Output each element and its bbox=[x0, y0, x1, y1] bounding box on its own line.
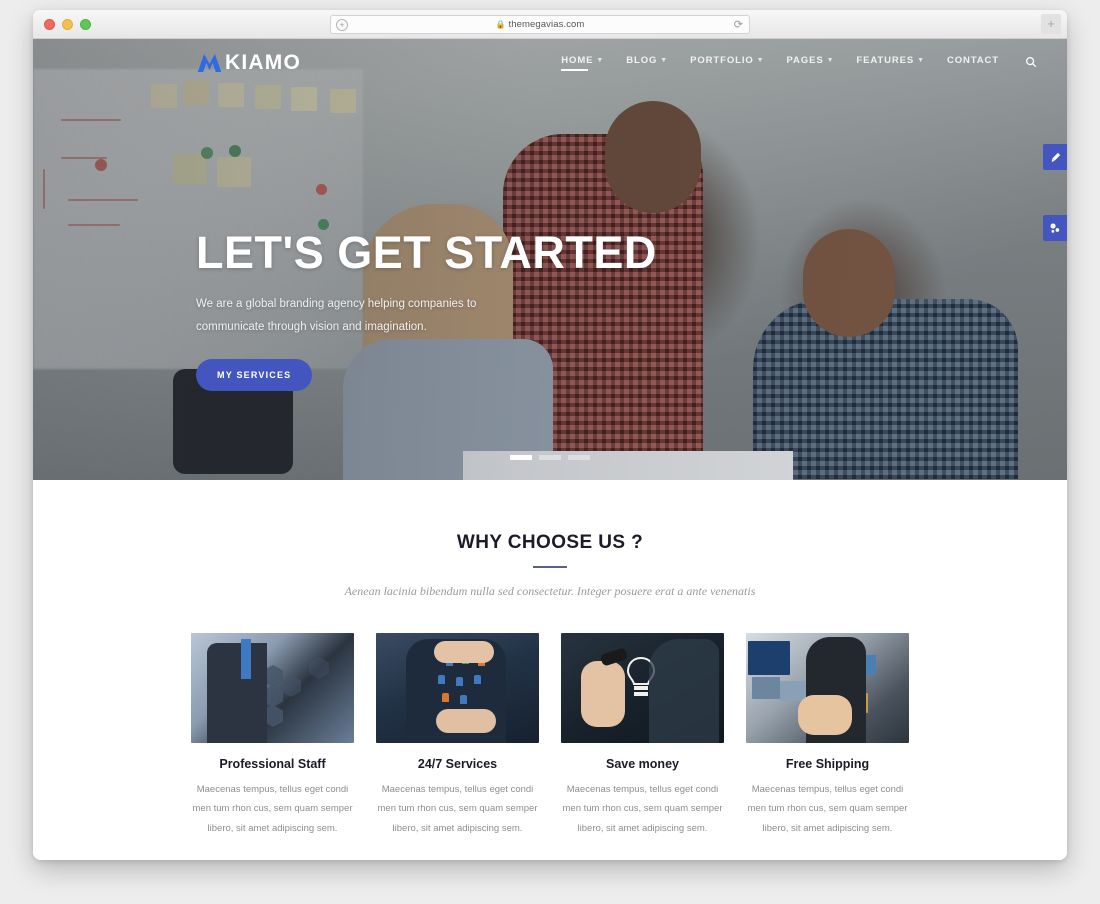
page-viewport: KIAMO HOME ▼ BLOG ▼ PORTFOLIO ▼ PAGES ▼ … bbox=[33, 39, 1067, 860]
paintbrush-icon bbox=[1051, 152, 1060, 162]
theme-customizer-button[interactable] bbox=[1043, 144, 1067, 170]
browser-window: + 🔒 themegavias.com ⟳ + KIAMO HOME ▼ BLO… bbox=[33, 10, 1067, 860]
chevron-down-icon: ▼ bbox=[660, 57, 669, 64]
card-image-services bbox=[376, 633, 539, 743]
feature-card[interactable]: Free Shipping Maecenas tempus, tellus eg… bbox=[746, 633, 909, 838]
slider-dot-2[interactable] bbox=[539, 455, 561, 460]
browser-chrome: + 🔒 themegavias.com ⟳ + bbox=[33, 10, 1067, 39]
chevron-down-icon: ▼ bbox=[756, 57, 765, 64]
feature-card[interactable]: Professional Staff Maecenas tempus, tell… bbox=[191, 633, 354, 838]
chevron-down-icon: ▼ bbox=[596, 57, 605, 64]
card-image-free-shipping bbox=[746, 633, 909, 743]
kiamo-m-logo-icon bbox=[197, 54, 222, 72]
share-gears-icon bbox=[1050, 223, 1060, 233]
slider-pagination bbox=[33, 455, 1067, 460]
share-options-button[interactable] bbox=[1043, 215, 1067, 241]
floating-side-buttons bbox=[1043, 144, 1067, 241]
lock-icon: 🔒 bbox=[495, 20, 506, 29]
why-choose-us-section: WHY CHOOSE US ? Aenean lacinia bibendum … bbox=[33, 480, 1067, 860]
section-subtitle: Aenean lacinia bibendum nulla sed consec… bbox=[344, 584, 756, 598]
search-icon[interactable] bbox=[1025, 56, 1037, 71]
chevron-down-icon: ▼ bbox=[917, 57, 925, 64]
card-title: Professional Staff bbox=[219, 757, 326, 771]
hero-content: LET'S GET STARTED We are a global brandi… bbox=[196, 227, 657, 392]
nav-label: PORTFOLIO bbox=[690, 55, 754, 66]
window-controls bbox=[33, 18, 91, 30]
slider-dot-1[interactable] bbox=[510, 455, 532, 460]
card-text: Maecenas tempus, tellus eget condi men t… bbox=[377, 784, 538, 834]
card-text: Maecenas tempus, tellus eget condi men t… bbox=[192, 784, 353, 834]
close-window-button[interactable] bbox=[44, 18, 55, 30]
site-header: KIAMO HOME ▼ BLOG ▼ PORTFOLIO ▼ PAGES ▼ … bbox=[33, 39, 1067, 87]
my-services-button[interactable]: MY SERVICES bbox=[196, 359, 313, 392]
minimize-window-button[interactable] bbox=[62, 18, 73, 30]
address-bar[interactable]: + 🔒 themegavias.com ⟳ bbox=[330, 15, 750, 34]
title-divider bbox=[533, 566, 567, 568]
hero-title: LET'S GET STARTED bbox=[196, 227, 657, 278]
feature-cards: Professional Staff Maecenas tempus, tell… bbox=[33, 633, 1067, 838]
nav-label: BLOG bbox=[626, 55, 658, 66]
card-title: Free Shipping bbox=[785, 757, 870, 771]
logo-text: KIAMO bbox=[225, 51, 301, 74]
nav-label: PAGES bbox=[786, 55, 824, 66]
nav-item-portfolio[interactable]: PORTFOLIO ▼ bbox=[690, 55, 764, 71]
feature-card[interactable]: Save money Maecenas tempus, tellus eget … bbox=[561, 633, 724, 838]
nav-label: HOME bbox=[561, 55, 594, 66]
site-logo[interactable]: KIAMO bbox=[196, 51, 301, 75]
nav-label: CONTACT bbox=[946, 55, 999, 66]
reload-icon[interactable]: ⟳ bbox=[734, 19, 743, 31]
new-tab-button[interactable]: + bbox=[1041, 14, 1061, 34]
feature-card[interactable]: 24/7 Services Maecenas tempus, tellus eg… bbox=[376, 633, 539, 838]
add-circle-icon[interactable]: + bbox=[336, 19, 348, 31]
card-title: 24/7 Services bbox=[417, 757, 498, 771]
nav-item-blog[interactable]: BLOG ▼ bbox=[626, 55, 668, 71]
section-bottom-spacer bbox=[33, 838, 1067, 860]
hero-subtitle: We are a global branding agency helping … bbox=[196, 298, 477, 333]
card-text: Maecenas tempus, tellus eget condi men t… bbox=[747, 784, 908, 834]
chevron-down-icon: ▼ bbox=[826, 57, 835, 64]
nav-item-contact[interactable]: CONTACT bbox=[947, 55, 999, 71]
card-image-save-money bbox=[561, 633, 724, 743]
main-navigation: HOME ▼ BLOG ▼ PORTFOLIO ▼ PAGES ▼ FEATUR… bbox=[561, 55, 1037, 71]
card-image-professional-staff bbox=[191, 633, 354, 743]
nav-item-home[interactable]: HOME ▼ bbox=[561, 55, 604, 71]
url-text: themegavias.com bbox=[508, 19, 585, 30]
nav-label: FEATURES bbox=[856, 55, 915, 66]
section-title: WHY CHOOSE US ? bbox=[456, 532, 644, 553]
hero-slider: KIAMO HOME ▼ BLOG ▼ PORTFOLIO ▼ PAGES ▼ … bbox=[33, 39, 1067, 480]
maximize-window-button[interactable] bbox=[80, 18, 91, 30]
nav-item-pages[interactable]: PAGES ▼ bbox=[787, 55, 835, 71]
nav-item-features[interactable]: FEATURES ▼ bbox=[856, 55, 925, 71]
card-title: Save money bbox=[606, 757, 679, 771]
card-text: Maecenas tempus, tellus eget condi men t… bbox=[562, 784, 723, 834]
slider-dot-3[interactable] bbox=[568, 455, 590, 460]
